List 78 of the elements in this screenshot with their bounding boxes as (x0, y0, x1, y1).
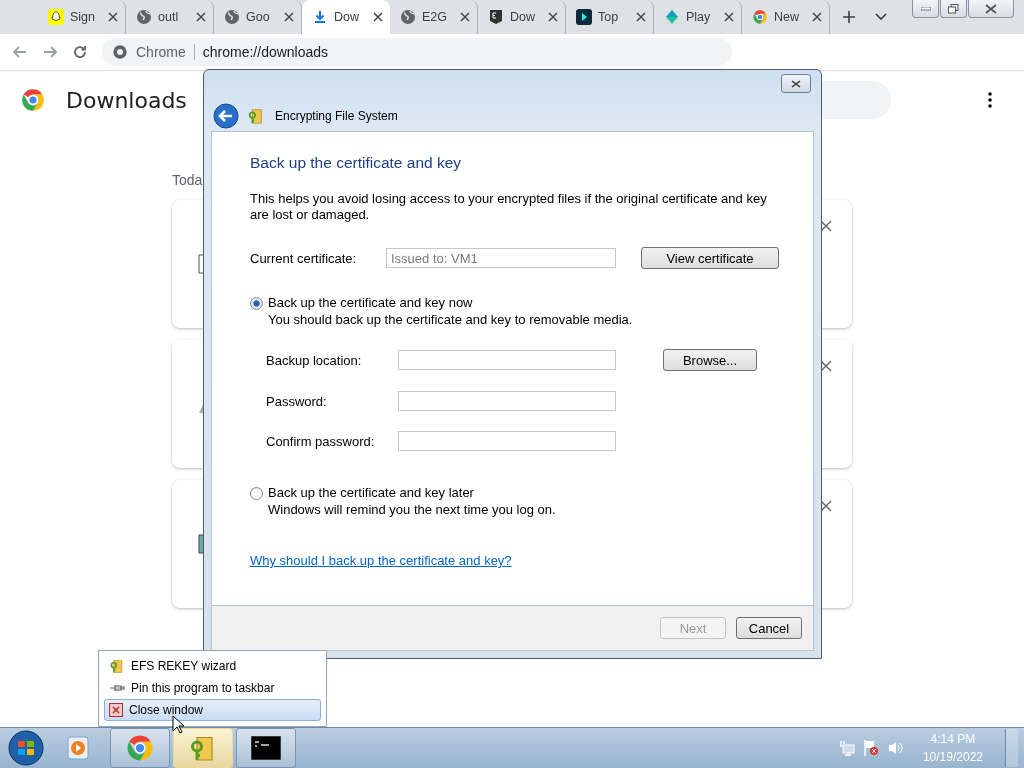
reload-icon[interactable] (72, 44, 88, 60)
close-icon[interactable] (284, 12, 294, 22)
diamond-icon (664, 9, 680, 25)
option-description: Windows will remind you the next time you log on. (268, 502, 556, 517)
address-bar[interactable]: Chrome chrome://downloads (102, 38, 732, 66)
close-icon[interactable] (196, 12, 206, 22)
option-description: You should back up the certificate and key to removable media. (268, 312, 633, 327)
page-title: Downloads (66, 87, 187, 113)
chrome-icon (125, 733, 155, 763)
view-certificate-button[interactable]: View certificate (641, 247, 779, 269)
ghost-icon (48, 9, 64, 25)
browser-tab[interactable]: Dow (302, 0, 390, 34)
menu-item[interactable]: Pin this program to taskbar (104, 677, 321, 699)
close-icon (791, 79, 801, 88)
taskbar-button[interactable] (236, 728, 296, 768)
pin-icon (109, 683, 125, 693)
section-label: Toda (172, 172, 204, 188)
remove-icon[interactable] (820, 360, 832, 372)
input-field[interactable] (398, 350, 616, 370)
back-icon[interactable] (213, 103, 239, 129)
close-icon[interactable] (548, 12, 558, 22)
media-player-icon (66, 735, 90, 761)
field-label: Password: (266, 393, 328, 409)
close-button[interactable] (781, 74, 811, 93)
help-link[interactable]: Why should I back up the certificate and key? (250, 553, 512, 568)
field-label: Confirm password: (266, 433, 376, 449)
menu-item[interactable]: EFS REKEY wizard (104, 655, 321, 677)
close-icon (109, 703, 123, 717)
option-label: Back up the certificate and key later (268, 485, 475, 500)
certificate-field: Issued to: VM1 (386, 248, 616, 268)
dialog-heading: Back up the certificate and key (250, 154, 463, 172)
close-icon[interactable] (108, 12, 118, 22)
close-button[interactable] (968, 0, 1014, 18)
restore-button[interactable] (940, 0, 967, 18)
close-icon[interactable] (724, 12, 734, 22)
start-icon[interactable] (6, 729, 46, 767)
chevron-down-icon[interactable] (875, 13, 887, 21)
input-field[interactable] (398, 431, 616, 451)
remove-icon[interactable] (820, 500, 832, 512)
remove-icon[interactable] (820, 220, 832, 232)
dialog-title: Encrypting File System (275, 109, 398, 123)
field-label: Backup location: (266, 352, 363, 368)
clock-time: 4:14 PM (930, 731, 976, 748)
dialog-button[interactable]: Cancel (736, 617, 802, 639)
chrome-icon (752, 9, 768, 25)
globe-icon (400, 9, 416, 25)
clock-date: 10/19/2022 (922, 749, 983, 766)
radio-button[interactable] (250, 297, 263, 310)
download-icon (312, 9, 328, 25)
new-tab-icon[interactable] (842, 10, 856, 24)
restore-icon (948, 3, 959, 14)
close-icon[interactable] (812, 12, 822, 22)
site-label: Chrome (136, 44, 195, 60)
globe-icon (224, 9, 240, 25)
close-icon[interactable] (460, 12, 470, 22)
chrome-icon (20, 87, 46, 113)
option-label: Back up the certificate and key now (268, 295, 474, 310)
radio-button[interactable] (250, 487, 263, 500)
menu-item[interactable]: Close window (104, 699, 321, 721)
flag-icon[interactable] (862, 739, 879, 757)
terminal-icon (251, 736, 281, 760)
close-icon (985, 3, 997, 14)
shield-icon (488, 9, 504, 25)
minimize-icon (920, 6, 931, 11)
key-folder-icon (109, 658, 125, 674)
input-field[interactable] (398, 391, 616, 411)
browse-button[interactable]: Browse... (663, 349, 757, 371)
forward-icon[interactable] (42, 44, 58, 60)
play-icon (576, 9, 592, 25)
globe-icon (136, 9, 152, 25)
key-folder-icon (247, 107, 265, 125)
chrome-icon (112, 44, 128, 60)
more-icon[interactable] (988, 92, 992, 108)
intro-text: This helps you avoid losing access to your encrypted files if the original certificate and key are lost or damaged. (250, 191, 768, 223)
close-icon[interactable] (636, 12, 646, 22)
field-label: Current certificate: (250, 250, 358, 266)
close-icon[interactable] (373, 12, 383, 22)
url-text: chrome://downloads (202, 44, 329, 60)
